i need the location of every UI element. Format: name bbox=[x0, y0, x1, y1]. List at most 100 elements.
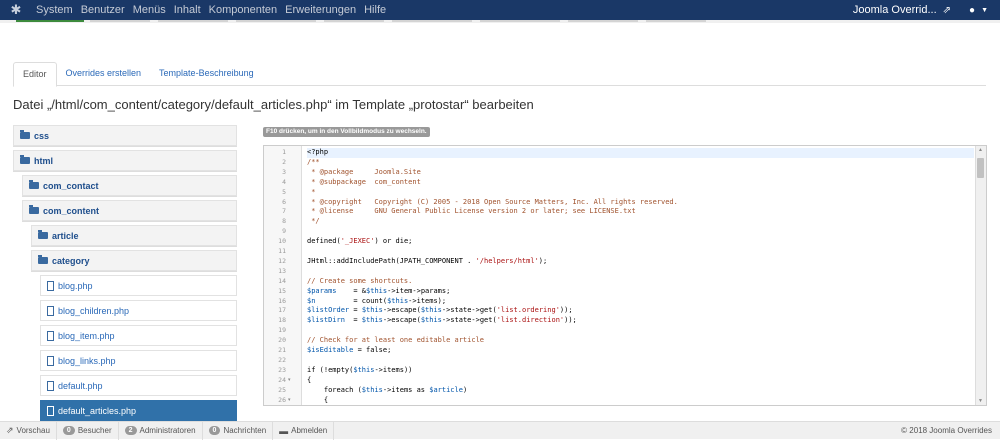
tree-file-blog-links-php[interactable]: blog_links.php bbox=[40, 350, 237, 371]
toolbar-button[interactable] bbox=[158, 20, 228, 22]
code-line[interactable]: // Create some shortcuts. bbox=[307, 277, 974, 287]
tree-file-blog-children-php[interactable]: blog_children.php bbox=[40, 300, 237, 321]
code-line[interactable]: $listOrder = $this->escape($this->state-… bbox=[307, 306, 974, 316]
toolbar-button[interactable] bbox=[646, 20, 706, 22]
folder-icon bbox=[29, 205, 39, 214]
menu-menues[interactable]: Menüs bbox=[129, 0, 170, 20]
code-token: ->items)) bbox=[374, 365, 413, 374]
tree-file-default-articles-php[interactable]: default_articles.php bbox=[40, 400, 237, 421]
menu-system[interactable]: System bbox=[32, 0, 77, 20]
admins-label: Administratoren bbox=[139, 426, 196, 435]
code-line[interactable]: if (!empty($this->items)) bbox=[307, 366, 974, 376]
code-token: '_JEXEC' bbox=[340, 237, 375, 246]
tree-folder-category[interactable]: category bbox=[31, 250, 237, 271]
scroll-down-icon[interactable]: ▼ bbox=[977, 398, 984, 404]
tab-overrides[interactable]: Overrides erstellen bbox=[57, 62, 151, 85]
tree-file-default-php[interactable]: default.php bbox=[40, 375, 237, 396]
fold-toggle-icon[interactable]: ▾ bbox=[288, 396, 291, 406]
folder-icon bbox=[29, 180, 39, 189]
tree-folder-css[interactable]: css bbox=[13, 125, 237, 146]
top-navbar: ✱ System Benutzer Menüs Inhalt Komponent… bbox=[0, 0, 1000, 20]
user-icon[interactable]: ● bbox=[969, 5, 975, 16]
code-line[interactable]: { bbox=[307, 396, 974, 406]
menu-hilfe[interactable]: Hilfe bbox=[360, 0, 390, 20]
code-token: /** bbox=[307, 157, 320, 166]
toolbar-button[interactable] bbox=[324, 20, 384, 22]
code-token: ->state->get( bbox=[441, 306, 497, 315]
code-token: = bbox=[344, 316, 362, 325]
code-line[interactable]: { bbox=[307, 376, 974, 386]
code-line[interactable] bbox=[307, 326, 974, 336]
code-line[interactable]: */ bbox=[307, 217, 974, 227]
logout-label: Abmelden bbox=[291, 426, 328, 435]
scroll-up-icon[interactable]: ▲ bbox=[977, 147, 984, 153]
code-token: $this bbox=[420, 316, 442, 325]
code-line[interactable]: * @package Joomla.Site bbox=[307, 168, 974, 178]
code-line[interactable]: $isEditable = false; bbox=[307, 346, 974, 356]
code-line[interactable] bbox=[307, 247, 974, 257]
chevron-down-icon[interactable]: ▼ bbox=[981, 7, 988, 14]
menu-komponenten[interactable]: Komponenten bbox=[205, 0, 282, 20]
toolbar-button[interactable] bbox=[236, 20, 316, 22]
code-token: ->items); bbox=[408, 296, 447, 305]
code-line[interactable]: defined('_JEXEC') or die; bbox=[307, 237, 974, 247]
tree-file-blog-item-php[interactable]: blog_item.php bbox=[40, 325, 237, 346]
tree-label: default_articles.php bbox=[58, 405, 137, 416]
logout-link[interactable]: ▬ Abmelden bbox=[273, 421, 335, 440]
code-line[interactable]: * @subpackage com_content bbox=[307, 178, 974, 188]
tree-folder-article[interactable]: article bbox=[31, 225, 237, 246]
scroll-thumb[interactable] bbox=[977, 158, 984, 178]
code-token: if (!empty( bbox=[307, 365, 354, 374]
preview-link[interactable]: ⇗ Vorschau bbox=[0, 421, 57, 440]
line-number: 12 bbox=[278, 256, 286, 265]
code-token: $params bbox=[307, 286, 337, 295]
messages-link[interactable]: 0 Nachrichten bbox=[203, 421, 274, 440]
tab-editor[interactable]: Editor bbox=[13, 62, 57, 87]
external-link-icon[interactable]: ⇗ bbox=[943, 5, 951, 16]
toolbar-button[interactable] bbox=[392, 20, 472, 22]
fold-toggle-icon[interactable]: ▾ bbox=[288, 376, 291, 386]
code-line[interactable]: foreach ($this->items as $article) bbox=[307, 386, 974, 396]
code-editor[interactable]: 1 2 3 4 5 6 7 8 9 10 11 12 13 14 15 16 17 18 19 20 21 22 23 24 ▾… bbox=[263, 145, 987, 406]
joomla-icon[interactable]: ✱ bbox=[0, 0, 32, 20]
code-line[interactable]: $listDirn = $this->escape($this->state->… bbox=[307, 316, 974, 326]
menu-erweiterungen[interactable]: Erweiterungen bbox=[281, 0, 360, 20]
line-number: 22 bbox=[278, 355, 286, 364]
tree-file-blog-php[interactable]: blog.php bbox=[40, 275, 237, 296]
toolbar-button[interactable] bbox=[480, 20, 560, 22]
copyright-text: © 2018 Joomla Overrides bbox=[901, 426, 992, 435]
line-number: 6 bbox=[282, 197, 286, 206]
vertical-scrollbar[interactable]: ▲ ▼ bbox=[975, 146, 986, 405]
code-line[interactable]: $params = &$this->item->params; bbox=[307, 287, 974, 297]
code-line[interactable]: /** bbox=[307, 158, 974, 168]
code-line[interactable] bbox=[307, 356, 974, 366]
menu-benutzer[interactable]: Benutzer bbox=[77, 0, 129, 20]
save-button[interactable] bbox=[16, 20, 84, 22]
code-line[interactable] bbox=[307, 227, 974, 237]
tree-folder-com-content[interactable]: com_content bbox=[22, 200, 237, 221]
site-name-link[interactable]: Joomla Overrid... bbox=[853, 4, 943, 16]
visitors-link[interactable]: 0 Besucher bbox=[57, 421, 119, 440]
line-number: 3 bbox=[282, 167, 286, 176]
tree-label: com_contact bbox=[43, 180, 99, 191]
code-line[interactable]: * @copyright Copyright (C) 2005 - 2018 O… bbox=[307, 198, 974, 208]
code-line[interactable]: * bbox=[307, 188, 974, 198]
toolbar-button[interactable] bbox=[568, 20, 638, 22]
code-token: ->items as bbox=[382, 385, 430, 394]
code-line[interactable]: $n = count($this->items); bbox=[307, 297, 974, 307]
tree-folder-html[interactable]: html bbox=[13, 150, 237, 171]
toolbar-button[interactable] bbox=[90, 20, 150, 22]
code-line[interactable] bbox=[307, 267, 974, 277]
tree-folder-com-contact[interactable]: com_contact bbox=[22, 175, 237, 196]
code-line[interactable]: // Check for at least one editable artic… bbox=[307, 336, 974, 346]
code-line[interactable]: <?php bbox=[307, 148, 974, 158]
code-line[interactable]: JHtml::addIncludePath(JPATH_COMPONENT . … bbox=[307, 257, 974, 267]
tab-template-description[interactable]: Template-Beschreibung bbox=[150, 62, 263, 85]
admins-link[interactable]: 2 Administratoren bbox=[119, 421, 203, 440]
menu-inhalt[interactable]: Inhalt bbox=[170, 0, 205, 20]
code-line[interactable]: * @license GNU General Public License ve… bbox=[307, 207, 974, 217]
code-token: )); bbox=[559, 306, 573, 315]
toolbar-strip bbox=[0, 20, 1000, 23]
code-token: 'list.direction' bbox=[496, 316, 565, 325]
code-token: // Create some shortcuts. bbox=[307, 276, 413, 285]
